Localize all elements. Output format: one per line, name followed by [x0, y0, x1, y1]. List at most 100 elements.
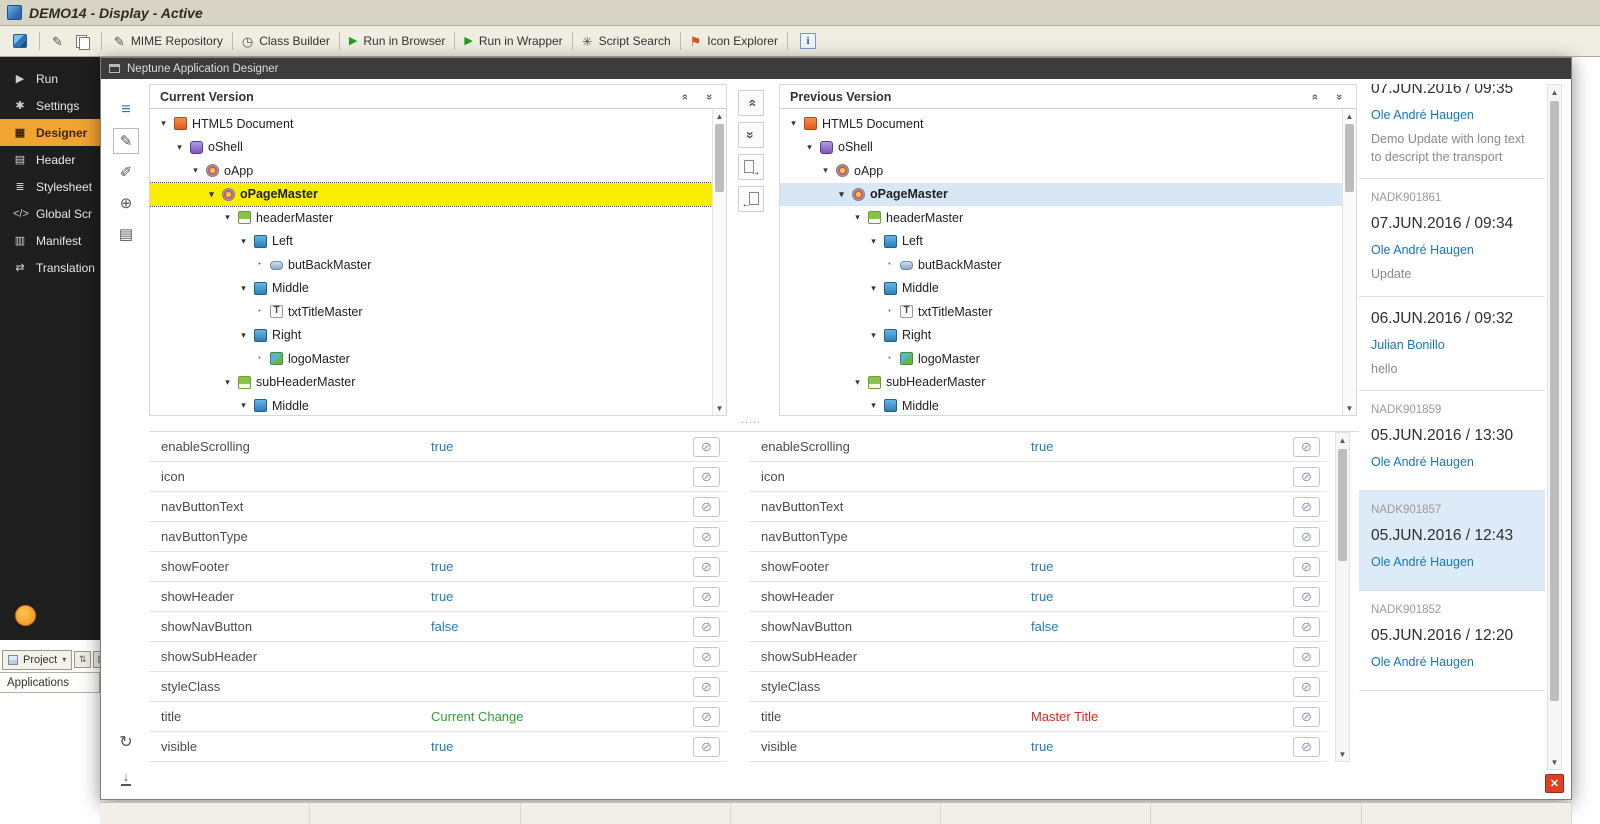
expand-arrow-icon[interactable]: ▾ [206, 189, 217, 200]
info-button[interactable]: i [795, 30, 821, 52]
bind-toggle-button[interactable]: ⊘ [1293, 706, 1320, 727]
bind-toggle-button[interactable]: ⊘ [1293, 466, 1320, 487]
scroll-up-arrow[interactable]: ▲ [1336, 433, 1349, 447]
tree-node-left[interactable]: ▾ Left [780, 230, 1342, 254]
author-link[interactable]: Ole André Haugen [1371, 655, 1533, 669]
bind-toggle-button[interactable]: ⊘ [1293, 736, 1320, 757]
bind-toggle-button[interactable]: ⊘ [1293, 676, 1320, 697]
history-scrollbar[interactable]: ▲ ▼ [1547, 84, 1562, 770]
properties-scrollbar[interactable]: ▲ ▼ [1335, 432, 1350, 762]
scrollbar-thumb[interactable] [1338, 449, 1347, 561]
tree-node-subheadermaster[interactable]: ▾ subHeaderMaster [150, 371, 712, 395]
edit-mode-icon[interactable]: ✎ [113, 128, 139, 154]
sidebar-item-global-scr[interactable]: </> Global Scr [0, 200, 100, 227]
expand-arrow-icon[interactable]: ▾ [868, 400, 879, 411]
tree-node-oshell[interactable]: ▾ oShell [150, 136, 712, 160]
tree-node-txttitlemaster[interactable]: •txtTitleMaster [780, 300, 1342, 324]
sidebar-item-header[interactable]: ▤ Header [0, 146, 100, 173]
expand-arrow-icon[interactable]: ▾ [238, 283, 249, 294]
scrollbar-thumb[interactable] [1550, 101, 1559, 701]
sidebar-item-run[interactable]: ▶ Run [0, 65, 100, 92]
tree-node-middle[interactable]: ▾ Middle [150, 277, 712, 301]
sort-button[interactable]: ⇅ [74, 651, 92, 668]
expand-arrow-icon[interactable]: ▾ [158, 118, 169, 129]
expand-arrow-icon[interactable]: ▾ [868, 236, 879, 247]
toolbar-button-mime-repository[interactable]: ✎ MIME Repository [109, 31, 228, 51]
expand-arrow-icon[interactable]: ▾ [238, 236, 249, 247]
bind-toggle-button[interactable]: ⊘ [1293, 436, 1320, 457]
bind-toggle-button[interactable]: ⊘ [693, 676, 720, 697]
tree-node-right[interactable]: ▾ Right [150, 324, 712, 348]
expand-arrow-icon[interactable]: ▾ [788, 118, 799, 129]
tree-node-opagemaster[interactable]: ▾ oPageMaster [150, 181, 712, 207]
tree-node-middle[interactable]: ▾ Middle [780, 394, 1342, 415]
sidebar-item-translation[interactable]: ⇄ Translation [0, 254, 100, 281]
tree-node-txttitlemaster[interactable]: •txtTitleMaster [150, 300, 712, 324]
scrollbar-thumb[interactable] [1345, 124, 1354, 192]
scroll-down-arrow[interactable]: ▼ [713, 401, 726, 415]
scroll-up-arrow[interactable]: ▲ [1548, 85, 1561, 99]
history-entry[interactable]: NADK901852 05.JUN.2016 / 12:20 Ole André H… [1359, 591, 1545, 691]
tree-node-middle[interactable]: ▾ Middle [780, 277, 1342, 301]
layout-grid-button[interactable] [8, 31, 32, 51]
bind-toggle-button[interactable]: ⊘ [1293, 586, 1320, 607]
tree-node-logomaster[interactable]: • logoMaster [150, 347, 712, 371]
outline-view-icon[interactable]: ≡ [113, 97, 139, 123]
expand-arrow-icon[interactable]: ▾ [238, 330, 249, 341]
bind-toggle-button[interactable]: ⊘ [693, 526, 720, 547]
tree-node-middle[interactable]: ▾ Middle [150, 394, 712, 415]
globe-icon[interactable]: ⊕ [113, 190, 139, 216]
bind-toggle-button[interactable]: ⊘ [1293, 496, 1320, 517]
collapse-all-button[interactable]: » [676, 88, 694, 106]
expand-arrow-icon[interactable]: ▾ [190, 165, 201, 176]
bind-toggle-button[interactable]: ⊘ [693, 556, 720, 577]
previous-tree-scrollbar[interactable]: ▲ ▼ [1342, 109, 1356, 415]
author-link[interactable]: Ole André Haugen [1371, 555, 1533, 569]
expand-arrow-icon[interactable]: ▾ [174, 142, 185, 153]
toolbar-button-class-builder[interactable]: ◷ Class Builder [237, 31, 335, 51]
bind-toggle-button[interactable]: ⊘ [693, 496, 720, 517]
toolbar-button-run-in-browser[interactable]: ▶ Run in Browser [344, 31, 451, 51]
expand-arrow-icon[interactable]: ▾ [222, 377, 233, 388]
expand-arrow-icon[interactable]: ▾ [804, 142, 815, 153]
bind-toggle-button[interactable]: ⊘ [1293, 646, 1320, 667]
toolbar-button-script-search[interactable]: ✳ Script Search [577, 31, 676, 51]
sidebar-item-manifest[interactable]: ▥ Manifest [0, 227, 100, 254]
bind-toggle-button[interactable]: ⊘ [1293, 526, 1320, 547]
bind-toggle-button[interactable]: ⊘ [693, 436, 720, 457]
tree-node-oapp[interactable]: ▾ oApp [150, 159, 712, 183]
refresh-button[interactable]: ↻ [111, 732, 141, 752]
bind-toggle-button[interactable]: ⊘ [693, 466, 720, 487]
expand-all-button[interactable]: » [1330, 88, 1348, 106]
sidebar-item-stylesheet[interactable]: ≣ Stylesheet [0, 173, 100, 200]
author-link[interactable]: Ole André Haugen [1371, 108, 1533, 122]
tree-node-subheadermaster[interactable]: ▾ subHeaderMaster [780, 371, 1342, 395]
expand-arrow-icon[interactable]: ▾ [852, 212, 863, 223]
author-link[interactable]: Julian Bonillo [1371, 338, 1533, 352]
applications-tab[interactable]: Applications [0, 672, 100, 693]
history-entry[interactable]: NADK901861 07.JUN.2016 / 09:34 Ole André H… [1359, 179, 1545, 297]
bind-toggle-button[interactable]: ⊘ [1293, 556, 1320, 577]
scroll-down-arrow[interactable]: ▼ [1343, 401, 1356, 415]
expand-arrow-icon[interactable]: ▾ [852, 377, 863, 388]
dialog-titlebar[interactable]: Neptune Application Designer [101, 58, 1571, 79]
splitter-handle[interactable]: ..... [733, 414, 769, 426]
tree-node-html5-document[interactable]: ▾ HTML5 Document [780, 112, 1342, 136]
author-link[interactable]: Ole André Haugen [1371, 243, 1533, 257]
scrollbar-thumb[interactable] [715, 124, 724, 192]
tree-node-right[interactable]: ▾ Right [780, 324, 1342, 348]
tree-node-logomaster[interactable]: • logoMaster [780, 347, 1342, 371]
collapse-all-button[interactable]: » [1306, 88, 1324, 106]
sidebar-item-designer[interactable]: ▦ Designer [0, 119, 100, 146]
copy-to-previous-button[interactable]: → [738, 154, 764, 180]
expand-all-button[interactable]: » [700, 88, 718, 106]
download-button[interactable]: ↓ [111, 768, 141, 786]
bind-toggle-button[interactable]: ⊘ [693, 736, 720, 757]
expand-arrow-icon[interactable]: ▾ [238, 400, 249, 411]
toolbar-button-run-in-wrapper[interactable]: ▶ Run in Wrapper [459, 31, 567, 51]
dialog-close-button[interactable]: ✕ [1545, 774, 1564, 793]
tree-node-headermaster[interactable]: ▾ headerMaster [780, 206, 1342, 230]
bind-toggle-button[interactable]: ⊘ [1293, 616, 1320, 637]
scroll-to-top-button[interactable]: » [738, 90, 764, 116]
history-entry[interactable]: 07.JUN.2016 / 09:35 Ole André Haugen Demo … [1359, 84, 1545, 179]
